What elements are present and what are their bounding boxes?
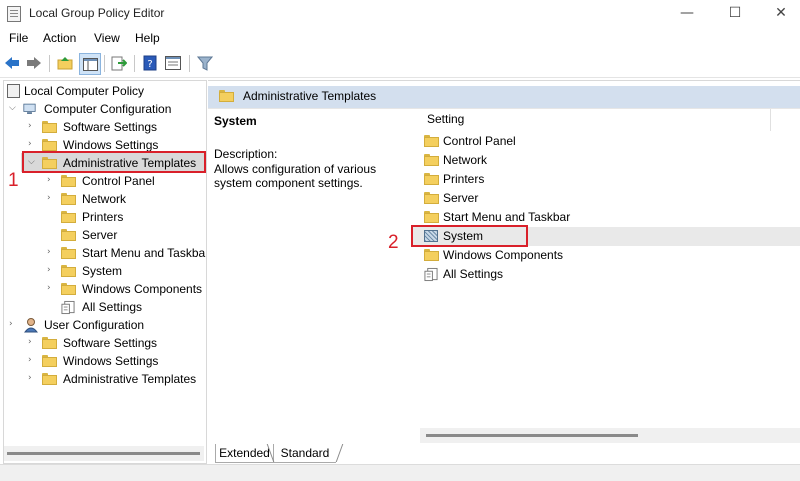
folder-icon	[424, 135, 439, 147]
window-title: Local Group Policy Editor	[29, 6, 165, 20]
svg-text:?: ?	[147, 59, 152, 70]
folder-icon	[61, 211, 76, 223]
folder-icon	[61, 247, 76, 259]
tree-label: Server	[82, 228, 118, 242]
folder-icon	[42, 121, 57, 133]
user-icon	[23, 318, 39, 333]
tree-label: Network	[82, 192, 127, 206]
tree-label: Windows Settings	[63, 354, 159, 368]
menu-action[interactable]: Action	[43, 31, 76, 45]
tree-label: Administrative Templates	[63, 372, 197, 386]
tree-label: Software Settings	[63, 120, 158, 134]
column-separator[interactable]	[770, 109, 771, 131]
setting-label: All Settings	[443, 267, 504, 281]
folder-icon	[61, 283, 76, 295]
tree-horizontal-scrollbar[interactable]	[4, 446, 204, 461]
view-tabs: Extended Standard	[208, 443, 800, 464]
menu-help[interactable]: Help	[135, 31, 160, 45]
filter-icon[interactable]	[196, 54, 214, 72]
folder-icon	[42, 373, 57, 385]
folder-icon	[42, 355, 57, 367]
minimize-button[interactable]: —	[664, 0, 710, 26]
annotation-box-1	[22, 151, 206, 173]
details-header: Administrative Templates	[208, 81, 800, 109]
folder-icon	[424, 211, 439, 223]
close-button[interactable]: ✕	[758, 0, 800, 26]
annotation-number-2: 2	[388, 232, 399, 253]
setting-label: Server	[443, 191, 479, 205]
chevron-right-icon[interactable]: ›	[28, 374, 36, 383]
chevron-down-icon[interactable]: ⌵	[9, 104, 17, 113]
chevron-right-icon[interactable]: ›	[47, 194, 55, 203]
status-bar	[0, 464, 800, 481]
chevron-right-icon[interactable]: ›	[28, 122, 36, 131]
description-label: Description:	[214, 147, 278, 161]
folder-icon	[219, 90, 234, 102]
tree-label: All Settings	[82, 300, 143, 314]
setting-label: Windows Components	[443, 248, 564, 262]
tree-label: System	[82, 264, 123, 278]
help-icon[interactable]: ?	[141, 54, 159, 72]
tab-standard[interactable]: Standard	[274, 444, 336, 463]
folder-icon	[424, 173, 439, 185]
tab-extended[interactable]: Extended	[215, 444, 274, 463]
chevron-right-icon[interactable]: ›	[9, 320, 17, 329]
policy-document-icon	[7, 84, 20, 98]
chevron-right-icon[interactable]: ›	[47, 176, 55, 185]
annotation-number-1: 1	[8, 170, 19, 191]
folder-icon	[61, 229, 76, 241]
chevron-right-icon[interactable]: ›	[28, 140, 36, 149]
setting-label: Network	[443, 153, 488, 167]
chevron-right-icon[interactable]: ›	[47, 266, 55, 275]
chevron-right-icon[interactable]: ›	[28, 338, 36, 347]
up-folder-icon[interactable]	[56, 54, 74, 72]
back-arrow-icon[interactable]	[3, 54, 21, 72]
export-list-icon[interactable]	[110, 54, 128, 72]
chevron-right-icon[interactable]: ›	[28, 356, 36, 365]
folder-icon	[61, 175, 76, 187]
settings-horizontal-scrollbar[interactable]	[420, 428, 800, 443]
folder-icon	[424, 192, 439, 204]
folder-icon	[42, 337, 57, 349]
folder-icon	[424, 249, 439, 261]
details-pane: Administrative Templates System Descript…	[208, 80, 800, 463]
all-settings-icon	[61, 300, 75, 315]
description-text: Allows configuration of various system c…	[214, 162, 377, 190]
column-header-setting[interactable]: Setting	[427, 112, 464, 126]
tree-label: Computer Configuration	[44, 102, 172, 116]
tree-label: Local Computer Policy	[24, 84, 145, 98]
annotation-box-2	[411, 225, 528, 247]
folder-icon	[61, 193, 76, 205]
folder-icon	[42, 139, 57, 151]
properties-icon[interactable]	[164, 54, 182, 72]
details-header-title: Administrative Templates	[243, 89, 377, 103]
tree-label: Control Panel	[82, 174, 155, 188]
maximize-button[interactable]: ☐	[712, 0, 758, 26]
description-title: System	[214, 114, 257, 128]
policy-editor-app-icon	[7, 6, 21, 22]
setting-label: Control Panel	[443, 134, 516, 148]
toolbar: ?	[0, 50, 800, 78]
chevron-right-icon[interactable]: ›	[47, 248, 55, 257]
folder-icon	[424, 154, 439, 166]
all-settings-icon	[424, 267, 438, 282]
menu-bar: File Action View Help	[0, 28, 800, 48]
chevron-right-icon[interactable]: ›	[47, 284, 55, 293]
computer-icon	[23, 103, 36, 114]
tree-label: Software Settings	[63, 336, 158, 350]
tree-label: Windows Components	[82, 282, 203, 296]
show-hide-tree-icon[interactable]	[79, 53, 101, 75]
tree-label: Start Menu and Taskbar	[82, 246, 207, 260]
menu-file[interactable]: File	[9, 31, 28, 45]
tree-label: Printers	[82, 210, 124, 224]
setting-label: Start Menu and Taskbar	[443, 210, 571, 224]
setting-label: Printers	[443, 172, 485, 186]
folder-icon	[61, 265, 76, 277]
tree-label: Windows Settings	[63, 138, 159, 152]
title-bar: Local Group Policy Editor — ☐ ✕	[0, 0, 800, 26]
menu-view[interactable]: View	[94, 31, 120, 45]
console-tree: Local Computer Policy ⌵ Computer Configu…	[3, 80, 207, 464]
tree-label: User Configuration	[44, 318, 145, 332]
forward-arrow-icon[interactable]	[25, 54, 43, 72]
